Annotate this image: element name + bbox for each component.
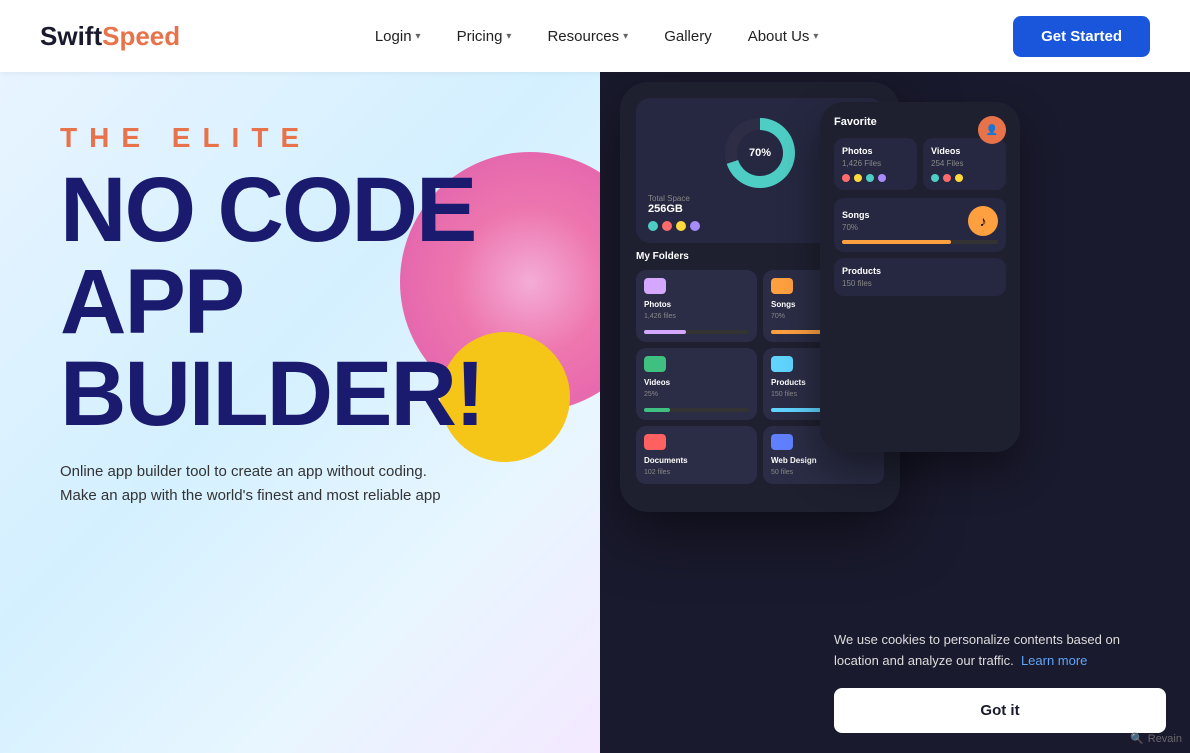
revain-icon: 🔍	[1130, 732, 1144, 745]
dot-teal	[648, 221, 658, 231]
folder-icon-videos	[644, 356, 666, 372]
revain-label: Revain	[1148, 733, 1182, 745]
hero-background: The Elite NO CODE APP BUILDER! Online ap…	[0, 72, 1190, 753]
chevron-down-icon: ▾	[813, 31, 818, 42]
avatar: 👤	[978, 116, 1006, 144]
donut-chart: 70%	[725, 118, 795, 188]
fav-products-card: Products 150 files	[834, 258, 1006, 296]
logo[interactable]: SwiftSpeed	[40, 21, 180, 52]
got-it-button[interactable]: Got it	[834, 688, 1166, 733]
songs-row: Songs 70% ♪	[842, 206, 998, 236]
nav-resources[interactable]: Resources ▾	[547, 28, 628, 45]
folder-icon-songs	[771, 278, 793, 294]
progress-fill	[644, 408, 670, 412]
folder-icon-photos	[644, 278, 666, 294]
folder-icon-documents	[644, 434, 666, 450]
revain-watermark: 🔍 Revain	[1130, 732, 1182, 745]
phone-secondary: 👤 Favorite Photos 1,426 Files	[820, 102, 1020, 452]
favorites-grid: Photos 1,426 Files Videos 254 Files	[834, 138, 1006, 190]
nav-login[interactable]: Login ▾	[375, 28, 421, 45]
songs-info: Songs 70%	[842, 210, 870, 232]
storage-used: Total Space 256GB	[648, 194, 690, 215]
cookie-banner: We use cookies to personalize contents b…	[810, 608, 1190, 753]
nav-links: Login ▾ Pricing ▾ Resources ▾ Gallery Ab…	[375, 28, 819, 45]
learn-more-link[interactable]: Learn more	[1021, 653, 1087, 668]
progress-bar	[644, 330, 749, 334]
logo-swift: Swift	[40, 21, 102, 51]
chevron-down-icon: ▾	[623, 31, 628, 42]
music-icon: ♪	[980, 213, 987, 229]
folder-videos: Videos 25%	[636, 348, 757, 420]
video-dots	[931, 174, 998, 182]
chevron-down-icon: ▾	[506, 31, 511, 42]
nav-pricing[interactable]: Pricing ▾	[457, 28, 512, 45]
progress-bar	[644, 408, 749, 412]
hero-title-line2: APP	[60, 256, 640, 348]
fav-more-cards: Songs 70% ♪ Products 15	[834, 198, 1006, 296]
folder-photos: Photos 1,426 files	[636, 270, 757, 342]
nav-about[interactable]: About Us ▾	[748, 28, 819, 45]
photo-dots	[842, 174, 909, 182]
hero-text-area: The Elite NO CODE APP BUILDER! Online ap…	[60, 122, 640, 508]
dot-red	[662, 221, 672, 231]
hero-subtitle: Online app builder tool to create an app…	[60, 460, 640, 508]
hero-eyebrow: The Elite	[60, 122, 640, 154]
fav-videos: Videos 254 Files	[923, 138, 1006, 190]
fav-songs-card: Songs 70% ♪	[834, 198, 1006, 252]
logo-speed: Speed	[102, 21, 180, 51]
progress-fill	[644, 330, 686, 334]
navbar: SwiftSpeed Login ▾ Pricing ▾ Resources ▾…	[0, 0, 1190, 72]
dot-yellow	[676, 221, 686, 231]
folder-icon-webdesign	[771, 434, 793, 450]
progress-bar	[842, 240, 998, 244]
songs-icon: ♪	[968, 206, 998, 236]
get-started-button[interactable]: Get Started	[1013, 16, 1150, 57]
chevron-down-icon: ▾	[416, 31, 421, 42]
folder-documents: Documents 102 files	[636, 426, 757, 484]
nav-gallery[interactable]: Gallery	[664, 28, 712, 45]
hero-title-line1: NO CODE	[60, 164, 640, 256]
dot-purple	[690, 221, 700, 231]
hero-title-line3: BUILDER!	[60, 348, 640, 440]
fav-photos: Photos 1,426 Files	[834, 138, 917, 190]
progress-fill	[842, 240, 951, 244]
folder-icon-products	[771, 356, 793, 372]
cookie-text: We use cookies to personalize contents b…	[834, 630, 1166, 672]
